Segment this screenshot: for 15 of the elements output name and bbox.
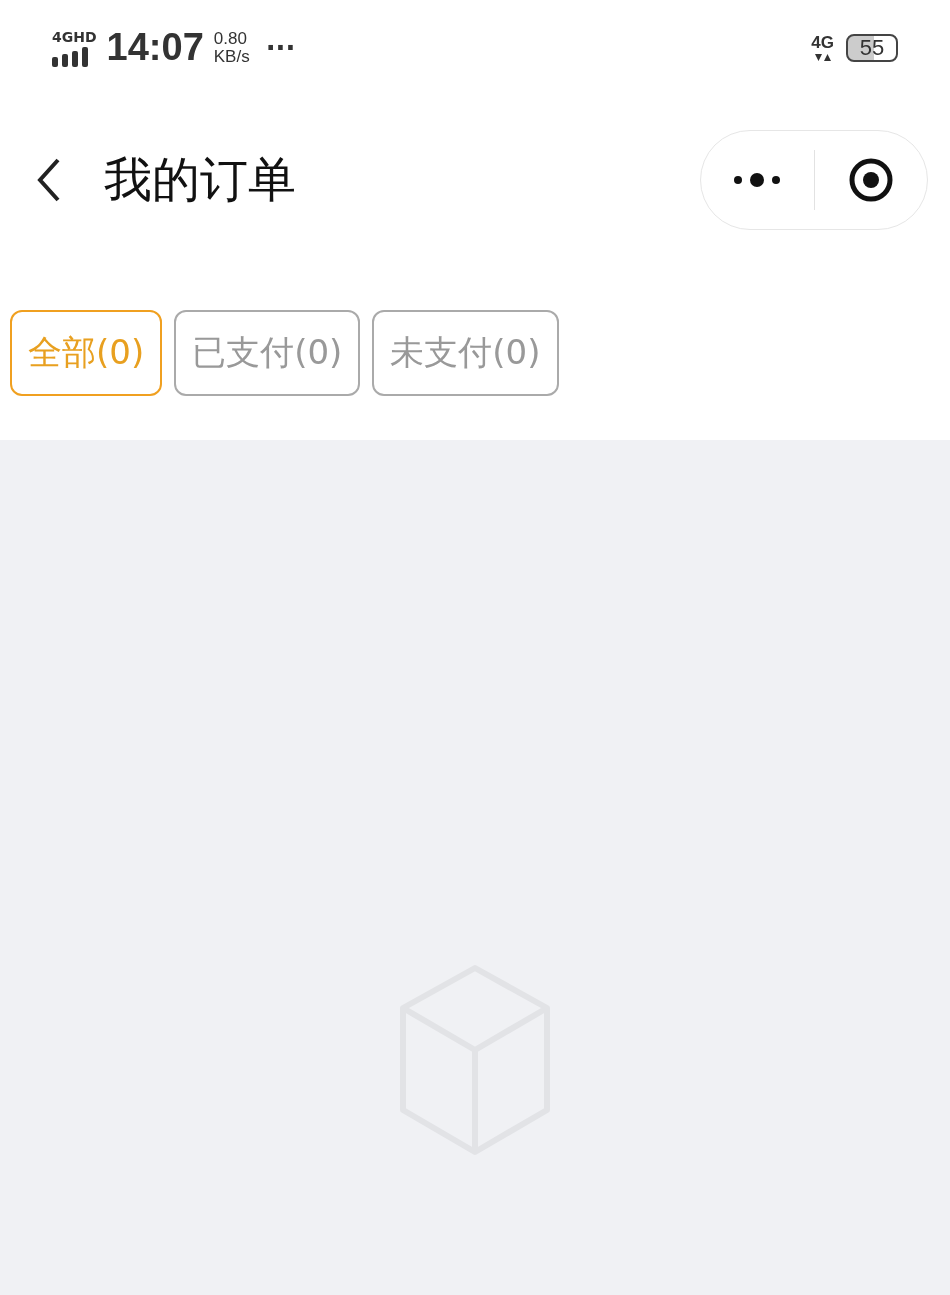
signal-icon — [52, 46, 90, 67]
network-label: 4GHD — [52, 28, 97, 45]
speed-unit: KB/s — [213, 47, 250, 66]
clock-time: 14:07 — [106, 26, 204, 69]
more-icon[interactable] — [732, 172, 783, 188]
filter-tab[interactable]: 已支付(0) — [174, 309, 361, 396]
filter-tab[interactable]: 未支付(0) — [372, 309, 559, 396]
page-title: 我的订单 — [104, 150, 296, 209]
speed-value: 0.80 — [213, 29, 248, 48]
mobile-data-label: 4G — [811, 33, 834, 53]
filter-tab[interactable]: 全部(0) — [10, 309, 163, 396]
data-arrows-icon — [814, 53, 831, 62]
battery-indicator: 55 — [846, 33, 898, 62]
more-indicator: ··· — [265, 32, 296, 63]
target-circle-icon[interactable] — [847, 157, 894, 203]
